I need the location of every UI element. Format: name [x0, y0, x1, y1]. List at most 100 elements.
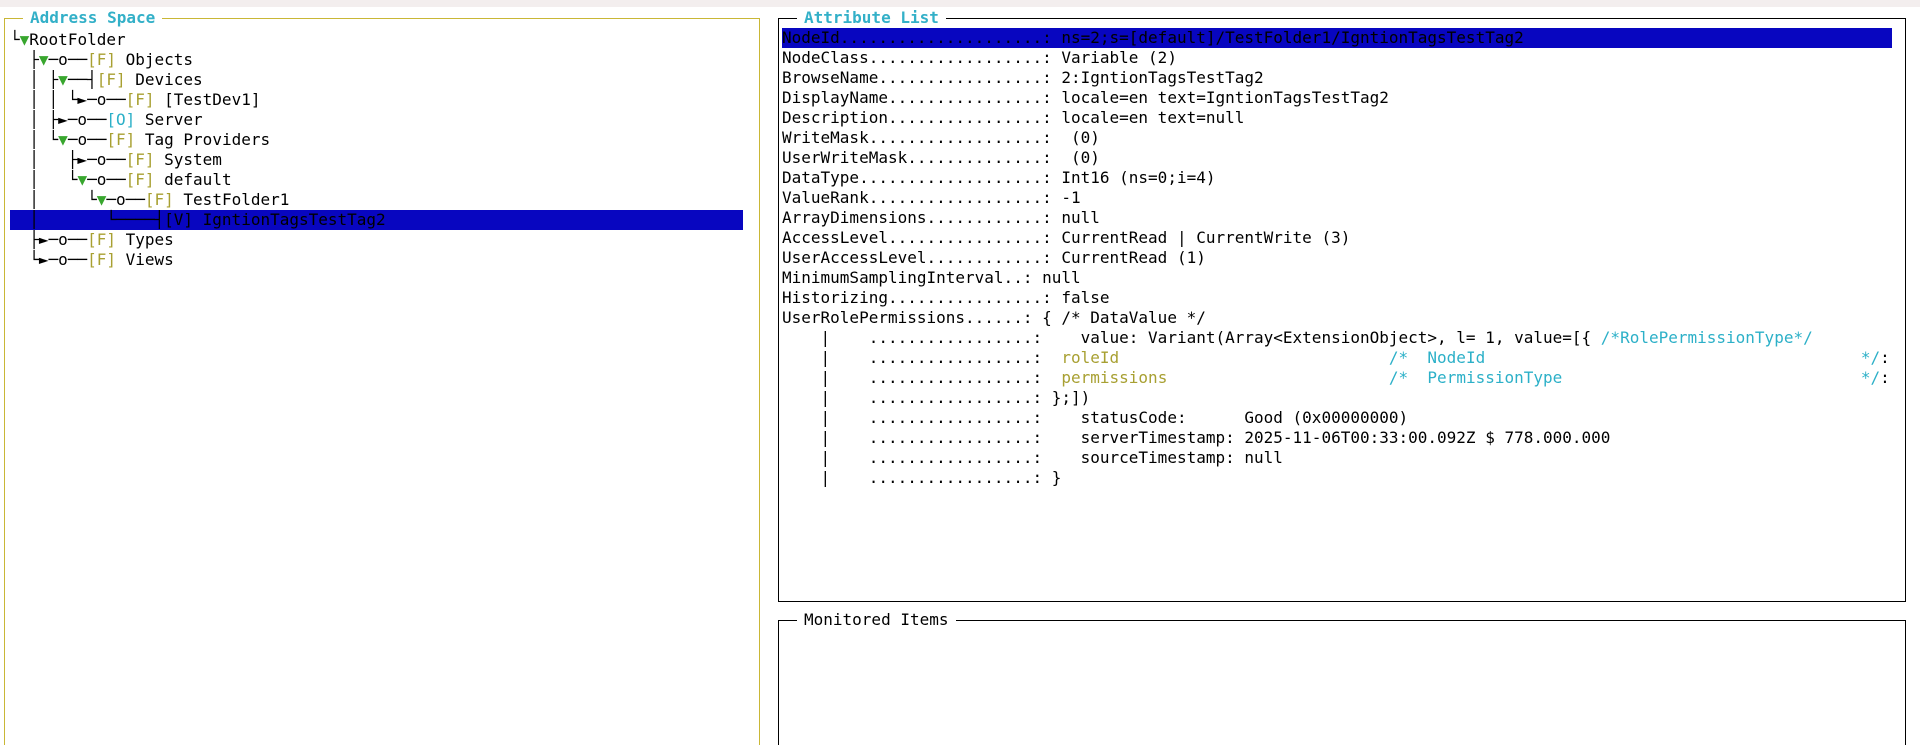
attribute-row-datatype[interactable]: DataType...................: Int16 (ns=0… [782, 168, 1892, 188]
row-text: ──┤ [67, 70, 97, 89]
row-text: │ └────┤[V] IgntionTagsTestTag2 [10, 210, 386, 229]
row-text: Types [115, 230, 174, 249]
tree-node-rootfolder[interactable]: └▼RootFolder [10, 30, 743, 50]
attribute-row-accesslevel[interactable]: AccessLevel................: CurrentRead… [782, 228, 1892, 248]
folder-type-badge: [F] [125, 150, 155, 169]
folder-type-badge: [F] [106, 130, 136, 149]
row-text: ─o── [67, 130, 107, 149]
tree-node-tag-providers[interactable]: │ └▼─o──[F] Tag Providers [10, 130, 743, 150]
attribute-list: NodeId.....................: ns=2;s=[def… [782, 28, 1892, 488]
attribute-row-urp-roleid[interactable]: | .................: roleId /* NodeId */… [782, 348, 1892, 368]
attribute-row-urp-close[interactable]: | .................: };]) [782, 388, 1892, 408]
row-text: | .................: sourceTimestamp: nu… [782, 448, 1283, 467]
tree-node-views[interactable]: └►─o──[F] Views [10, 250, 743, 270]
tree-node-server[interactable]: │ ├►─o──[O] Server [10, 110, 743, 130]
attribute-row-displayname[interactable]: DisplayName................: locale=en t… [782, 88, 1892, 108]
expanded-triangle-icon: ▼ [77, 170, 88, 189]
row-text: [TestDev1] [154, 90, 261, 109]
monitored-items-panel: Monitored Items [778, 609, 1906, 745]
folder-type-badge: [F] [96, 70, 126, 89]
tree-node-default[interactable]: │ └▼─o──[F] default [10, 170, 743, 190]
folder-type-badge: [F] [87, 250, 116, 269]
tree-node-testfolder1[interactable]: │ └▼─o──[F] TestFolder1 [10, 190, 743, 210]
row-text: | .................: serverTimestamp: 20… [782, 428, 1611, 447]
tree-node-objects[interactable]: ├▼─o──[F] Objects [10, 50, 743, 70]
attribute-row-nodeid[interactable]: NodeId.....................: ns=2;s=[def… [782, 28, 1892, 48]
attribute-row-nodeclass[interactable]: NodeClass..................: Variable (2… [782, 48, 1892, 68]
row-text: UserRolePermissions......: { /* DataValu… [782, 308, 1206, 327]
attribute-row-description[interactable]: Description................: locale=en t… [782, 108, 1892, 128]
row-text: DisplayName................: locale=en t… [782, 88, 1389, 107]
row-text: ─o── [48, 50, 88, 69]
row-text: Views [115, 250, 174, 269]
attribute-row-arraydimensions[interactable]: ArrayDimensions............: null [782, 208, 1892, 228]
window-top-strip [0, 0, 1920, 7]
row-text: BrowseName.................: 2:IgntionTa… [782, 68, 1264, 87]
tree-node-devices[interactable]: │ ├▼──┤[F] Devices [10, 70, 743, 90]
type-comment: /* PermissionType */ [1388, 368, 1881, 387]
row-text: TestFolder1 [173, 190, 290, 209]
row-text: │ ├ [10, 70, 59, 89]
row-text: Server [135, 110, 203, 129]
field-name: roleId [1061, 348, 1120, 367]
attribute-row-urp-servertimestamp[interactable]: | .................: serverTimestamp: 20… [782, 428, 1892, 448]
row-text: └►─o── [10, 250, 88, 269]
row-text: │ └ [10, 170, 78, 189]
row-text: Tag Providers [135, 130, 271, 149]
type-comment: /* NodeId */ [1388, 348, 1881, 367]
attribute-row-browsename[interactable]: BrowseName.................: 2:IgntionTa… [782, 68, 1892, 88]
tree-node-testdev1[interactable]: │ │ └►─o──[F] [TestDev1] [10, 90, 743, 110]
address-space-tree: └▼RootFolder ├▼─o──[F] Objects │ ├▼──┤[F… [10, 30, 743, 270]
row-text: ValueRank..................: -1 [782, 188, 1081, 207]
attribute-row-urp-sourcetimestamp[interactable]: | .................: sourceTimestamp: nu… [782, 448, 1892, 468]
folder-type-badge: [F] [87, 230, 116, 249]
row-text: : [1880, 348, 1890, 367]
attribute-row-userrolepermissions[interactable]: UserRolePermissions......: { /* DataValu… [782, 308, 1892, 328]
row-text: ─o── [106, 190, 145, 209]
tree-node-system[interactable]: │ ├►─o──[F] System [10, 150, 743, 170]
row-text: NodeId.....................: ns=2;s=[def… [782, 28, 1524, 47]
row-text: UserWriteMask..............: (0) [782, 148, 1100, 167]
row-text [1119, 348, 1389, 367]
monitored-items-title: Monitored Items [797, 609, 956, 631]
attribute-row-writemask[interactable]: WriteMask..................: (0) [782, 128, 1892, 148]
expanded-triangle-icon: ▼ [58, 130, 68, 149]
row-text: ├ [10, 50, 39, 69]
folder-type-badge: [F] [144, 190, 174, 209]
attribute-row-useraccesslevel[interactable]: UserAccessLevel............: CurrentRead… [782, 248, 1892, 268]
row-text [1167, 368, 1389, 387]
address-space-title: Address Space [23, 7, 163, 29]
row-text: Objects [115, 50, 194, 69]
row-text: | .................: value: Variant(Arra… [782, 328, 1601, 347]
row-text: Description................: locale=en t… [782, 108, 1245, 127]
attribute-row-minimumsamplinginterval[interactable]: MinimumSamplingInterval..: null [782, 268, 1892, 288]
folder-type-badge: [F] [125, 170, 155, 189]
attribute-row-urp-value[interactable]: | .................: value: Variant(Arra… [782, 328, 1892, 348]
attribute-row-urp-end[interactable]: | .................: } [782, 468, 1892, 488]
tree-node-igntiontagstesttag2[interactable]: │ └────┤[V] IgntionTagsTestTag2 [10, 210, 743, 230]
row-text: WriteMask..................: (0) [782, 128, 1100, 147]
attribute-row-urp-permissions[interactable]: | .................: permissions /* Perm… [782, 368, 1892, 388]
row-text: System [154, 150, 222, 169]
row-text: NodeClass..................: Variable (2… [782, 48, 1177, 67]
attribute-list-title: Attribute List [797, 7, 946, 29]
attribute-row-urp-statuscode[interactable]: | .................: statusCode: Good (0… [782, 408, 1892, 428]
attribute-row-userwritemask[interactable]: UserWriteMask..............: (0) [782, 148, 1892, 168]
row-text: DataType...................: Int16 (ns=0… [782, 168, 1216, 187]
attribute-row-valuerank[interactable]: ValueRank..................: -1 [782, 188, 1892, 208]
row-text: │ ├►─o── [10, 110, 107, 129]
row-text: │ └ [10, 190, 97, 209]
row-text: UserAccessLevel............: CurrentRead… [782, 248, 1206, 267]
tree-node-types[interactable]: ├►─o──[F] Types [10, 230, 743, 250]
object-type-badge: [O] [106, 110, 136, 129]
field-name: permissions [1061, 368, 1168, 387]
row-text: ├►─o── [10, 230, 88, 249]
expanded-triangle-icon: ▼ [58, 70, 68, 89]
row-text: ArrayDimensions............: null [782, 208, 1100, 227]
row-text: │ ├►─o── [10, 150, 126, 169]
row-text: │ │ └►─o── [10, 90, 126, 109]
row-text: MinimumSamplingInterval..: null [782, 268, 1081, 287]
attribute-row-historizing[interactable]: Historizing................: false [782, 288, 1892, 308]
row-text: | .................: };]) [782, 388, 1091, 407]
row-text: ─o── [87, 170, 126, 189]
